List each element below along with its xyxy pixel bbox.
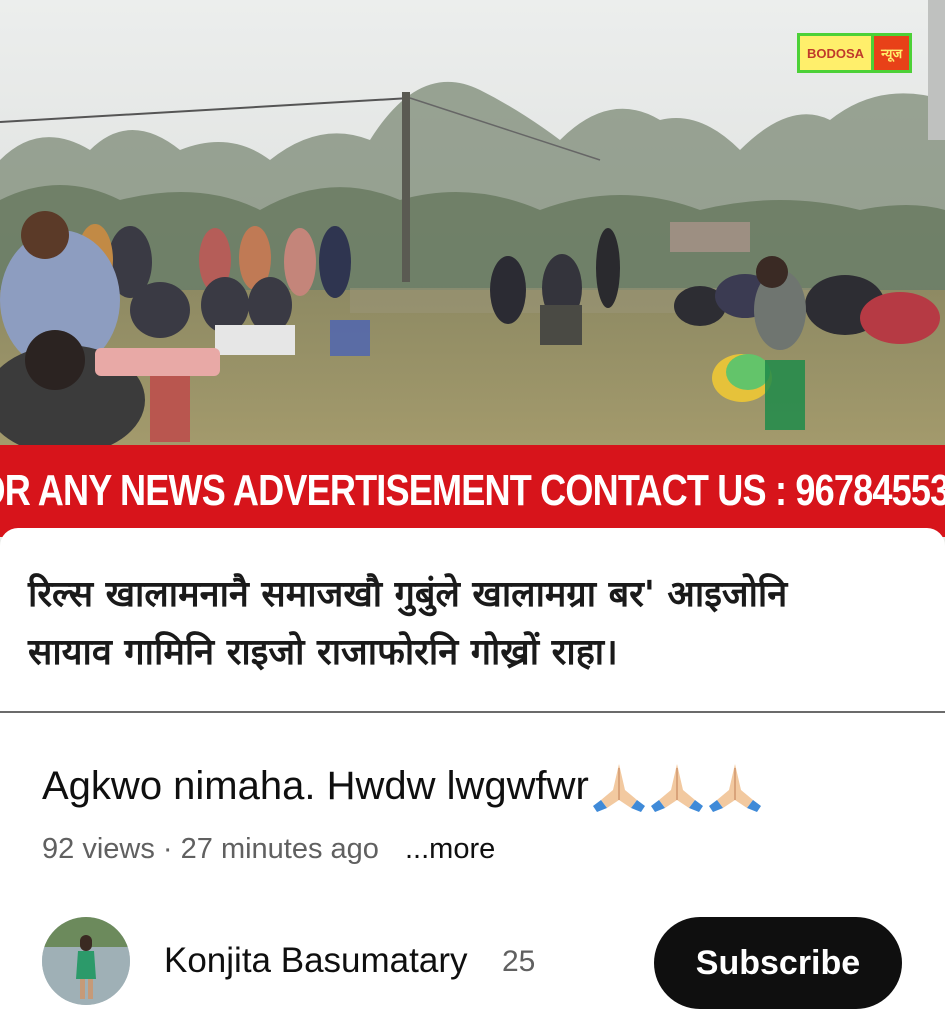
video-player[interactable]: BODOSA न्यूज FOR ANY NEWS ADVERTISEMENT … [0,0,945,712]
channel-avatar[interactable] [42,917,130,1005]
video-title-text: Agkwo nimaha. Hwdw lwgwfwr [42,763,589,808]
subscriber-count: 25 [502,945,536,978]
ticker-text: FOR ANY NEWS ADVERTISEMENT CONTACT US : … [0,466,945,515]
view-count: 92 views [42,833,155,865]
avatar-image [42,917,130,1005]
more-link[interactable]: ...more [405,833,495,865]
folded-hands-icon [592,764,645,812]
meta-separator: · [162,833,173,865]
watermark-right: न्यूज [871,36,910,70]
subscribe-button[interactable]: Subscribe [654,917,902,1009]
caption-line-2: सायाव गामिनि राइजो राजाफोरनि गोख्रों राह… [28,632,618,673]
channel-name[interactable]: Konjita Basumatary [164,941,467,981]
video-meta[interactable]: 92 views · 27 minutes ago ...more [42,833,495,866]
video-bottom-divider [0,711,945,713]
watermark-left: BODOSA [800,36,872,70]
upload-time: 27 minutes ago [180,833,379,865]
video-title[interactable]: Agkwo nimaha. Hwdw lwgwfwr [42,760,767,812]
channel-row[interactable]: Konjita Basumatary 25 Subscribe [42,917,902,1009]
title-emoji-group [592,760,767,812]
news-ticker: FOR ANY NEWS ADVERTISEMENT CONTACT US : … [0,445,945,537]
folded-hands-icon [708,764,761,812]
channel-watermark-logo: BODOSA न्यूज [797,33,913,73]
video-caption-card: रिल्स खालामनानै समाजखौ गुबुंले खालामग्रा… [0,528,945,712]
folded-hands-icon [650,764,703,812]
caption-line-1: रिल्स खालामनानै समाजखौ गुबुंले खालामग्रा… [28,574,788,615]
